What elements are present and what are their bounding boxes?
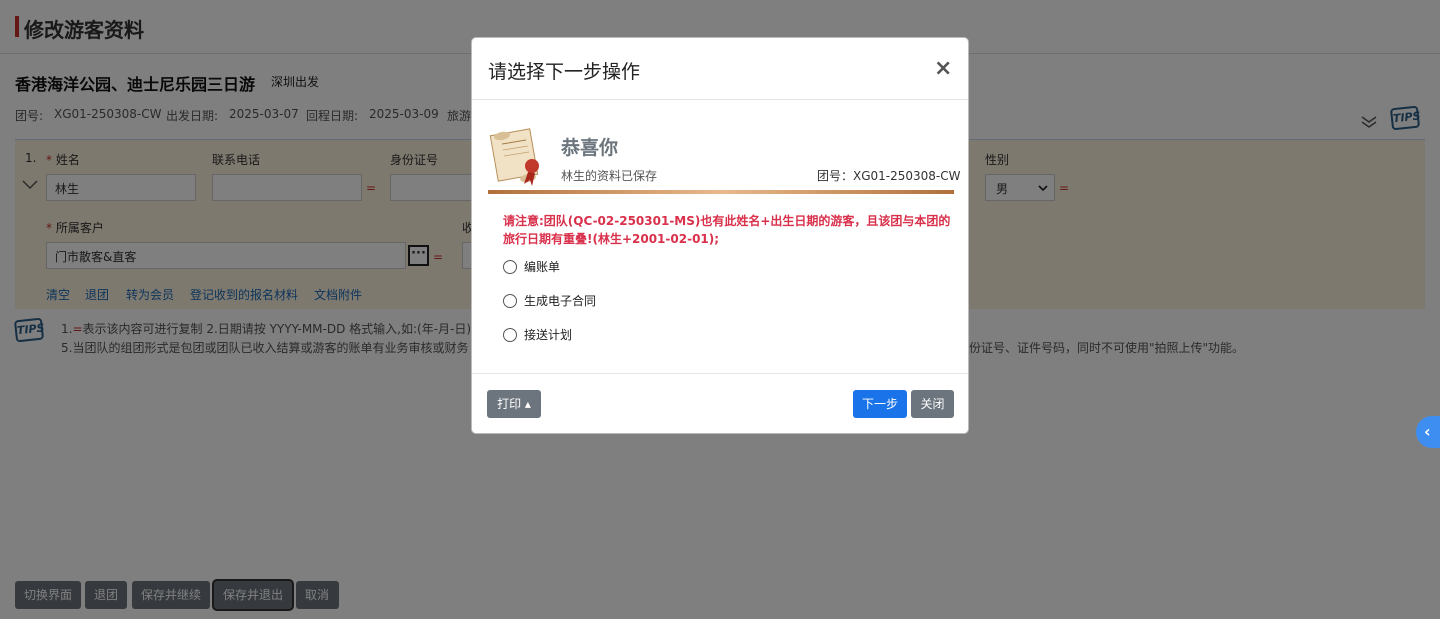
option-billing-radio[interactable] — [503, 260, 517, 274]
option-transfer-label[interactable]: 接送计划 — [524, 326, 572, 343]
option-billing-label[interactable]: 编账单 — [524, 258, 560, 275]
dialog-footer-divider — [472, 373, 968, 374]
congrats-heading: 恭喜你 — [561, 137, 619, 159]
divider — [488, 190, 954, 194]
dialog-title: 请选择下一步操作 — [488, 61, 641, 83]
close-icon[interactable]: × — [934, 56, 952, 81]
option-transfer-radio[interactable] — [503, 328, 517, 342]
duplicate-warning: 请注意:团队(QC-02-250301-MS)也有此姓名+出生日期的游客，且该团… — [503, 214, 951, 246]
dialog-group-number: 团号：XG01-250308-CW — [817, 169, 961, 183]
option-contract-label[interactable]: 生成电子合同 — [524, 292, 596, 309]
side-panel-toggle-icon[interactable]: ‹ — [1416, 416, 1440, 448]
next-step-dialog: 请选择下一步操作 × 恭喜你 林生的资料已保存 团号：XG01-250308-C… — [471, 37, 969, 434]
option-contract-radio[interactable] — [503, 294, 517, 308]
page: 修改游客资料 香港海洋公园、迪士尼乐园三日游 深圳出发 团号: XG01-250… — [0, 0, 1440, 619]
dialog-header: 请选择下一步操作 × — [472, 38, 968, 100]
saved-message: 林生的资料已保存 — [561, 169, 658, 183]
close-button[interactable]: 关闭 — [911, 390, 954, 418]
certificate-icon — [489, 128, 539, 186]
print-dropdown-button[interactable]: 打印 ▴ — [487, 390, 541, 418]
next-step-button[interactable]: 下一步 — [853, 390, 907, 418]
